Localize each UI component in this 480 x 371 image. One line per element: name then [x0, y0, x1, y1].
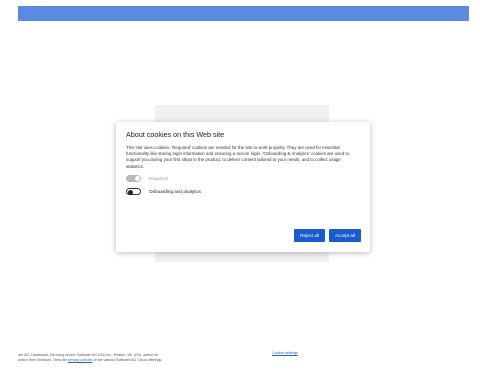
footer-line-2-prefix: and/or their licensors. View the	[18, 358, 69, 363]
footer-line-2: and/or their licensors. View the privacy…	[18, 358, 162, 363]
toggle-row-analytics[interactable]: Onboarding and analytics	[126, 188, 360, 196]
cookie-consent-dialog: About cookies on this Web site This site…	[116, 122, 370, 252]
required-toggle-label: Required	[149, 176, 168, 182]
analytics-toggle[interactable]	[126, 188, 141, 196]
toggle-row-required: Required	[126, 175, 360, 183]
dialog-description: This site uses cookies. 'Required' cooki…	[126, 145, 350, 169]
required-toggle	[126, 175, 141, 183]
privacy-policies-link[interactable]: privacy policies	[68, 358, 92, 362]
toggle-knob	[128, 189, 133, 195]
accept-all-button[interactable]: Accept all	[329, 229, 361, 242]
header-bar	[18, 6, 469, 21]
cookie-settings-link[interactable]: Cookie settings	[272, 351, 298, 355]
toggle-knob	[135, 176, 140, 182]
reject-all-button[interactable]: Reject all	[294, 229, 326, 242]
footer-line-2-suffix: of the various Software AG Cloud offerin…	[92, 358, 163, 363]
analytics-toggle-label[interactable]: Onboarding and analytics	[149, 189, 201, 194]
dialog-actions: Reject all Accept all	[290, 229, 361, 242]
dialog-title: About cookies on this Web site	[126, 130, 225, 139]
footer-copyright: are AG, Darmstadt, Germany and/or Softwa…	[18, 353, 162, 363]
